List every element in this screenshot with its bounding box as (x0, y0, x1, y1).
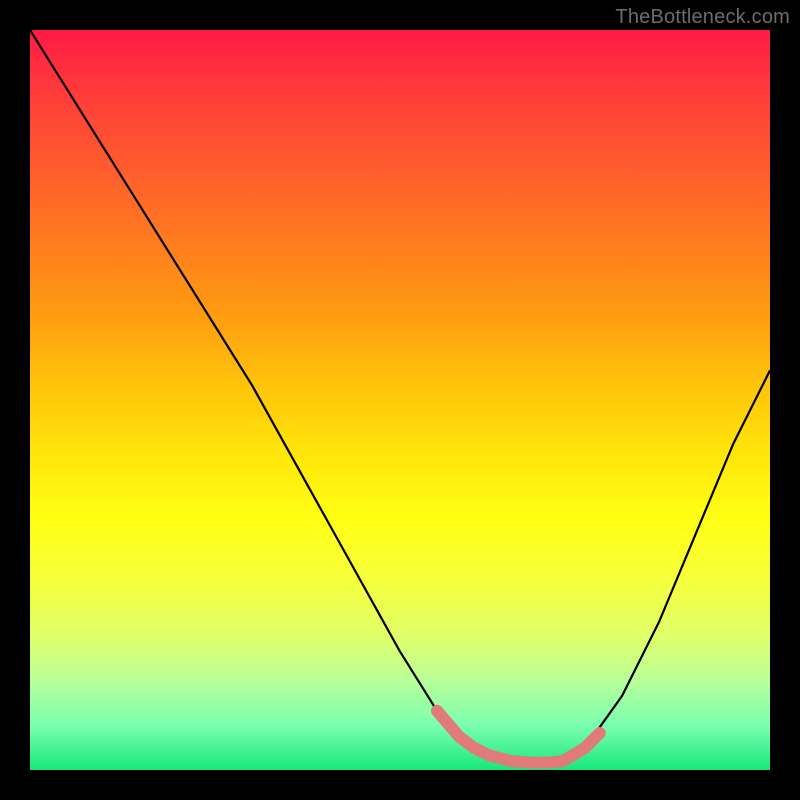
chart-container: TheBottleneck.com (0, 0, 800, 800)
optimal-range-highlight (437, 711, 600, 763)
bottleneck-curve (30, 30, 770, 763)
chart-svg (30, 30, 770, 770)
watermark-text: TheBottleneck.com (615, 6, 790, 29)
plot-area (30, 30, 770, 770)
